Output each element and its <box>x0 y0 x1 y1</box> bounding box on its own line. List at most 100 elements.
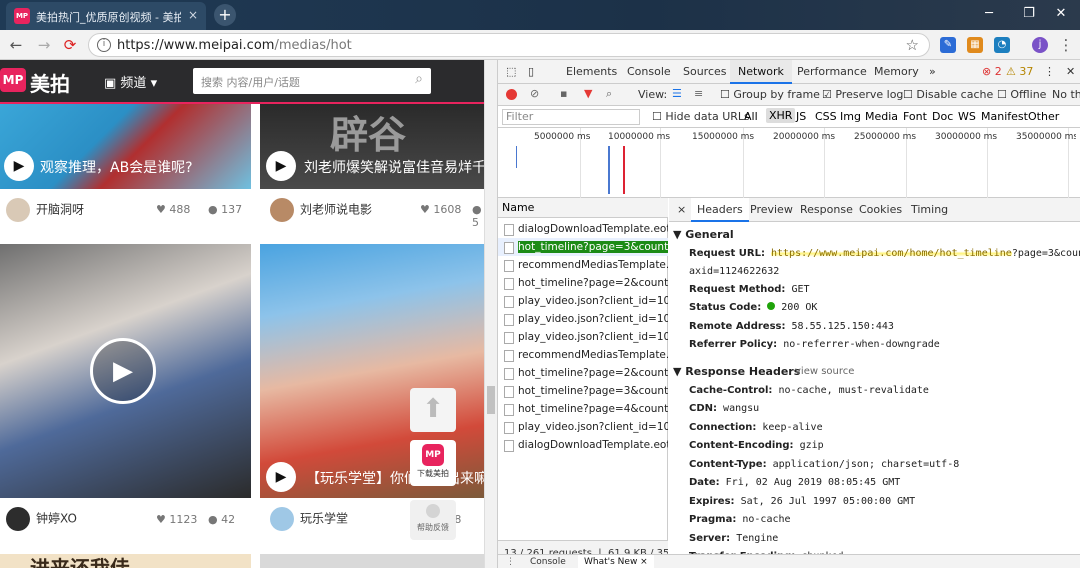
type-js[interactable]: JS <box>796 110 806 123</box>
throttle-select[interactable]: No thr <box>1052 88 1080 101</box>
tab-console[interactable]: Console <box>627 60 671 84</box>
tab-close-icon[interactable]: × <box>188 8 198 22</box>
screenshot-icon[interactable]: ▪ <box>560 87 567 100</box>
back-to-top-button[interactable]: ⬆ <box>410 388 456 432</box>
filter-input[interactable]: Filter <box>502 109 640 125</box>
offline-checkbox[interactable]: ☐ Offline <box>997 88 1046 101</box>
request-row[interactable]: play_video.json?client_id=108... <box>498 310 668 328</box>
play-icon[interactable]: ▶ <box>266 462 296 492</box>
drawer-menu-icon[interactable]: ⋮ <box>506 557 515 567</box>
card-author[interactable]: 钟婷XO <box>6 507 77 531</box>
drawer-tab-console[interactable]: Console <box>530 557 566 567</box>
disable-cache-checkbox[interactable]: ☐ Disable cache <box>903 88 993 101</box>
site-search-input[interactable]: 搜索 内容/用户/话题 ⌕ <box>193 68 431 94</box>
play-icon[interactable]: ▶ <box>4 151 34 181</box>
clear-icon[interactable]: ⊘ <box>530 87 539 100</box>
network-overview-timeline[interactable]: 5000000 ms 10000000 ms 15000000 ms 20000… <box>498 128 1080 198</box>
request-row[interactable]: hot_timeline?page=2&count=... <box>498 364 668 382</box>
channel-dropdown[interactable]: ▣ 频道 ▾ <box>104 72 157 91</box>
close-window-button[interactable]: ✕ <box>1040 0 1080 30</box>
general-section-toggle[interactable]: ▼ General <box>673 228 734 241</box>
video-card[interactable]: ▶ 观察推理，AB会是谁呢? <box>0 104 251 189</box>
name-column-header[interactable]: Name <box>498 198 668 218</box>
type-doc[interactable]: Doc <box>932 110 953 123</box>
filter-icon[interactable]: ▼ <box>584 87 592 100</box>
close-detail-icon[interactable]: × <box>677 198 686 222</box>
drawer-tab-whats-new[interactable]: What's New × <box>578 555 654 568</box>
type-font[interactable]: Font <box>903 110 927 123</box>
scrollbar-thumb[interactable] <box>487 386 495 414</box>
card-author[interactable]: 玩乐学堂 <box>270 507 348 531</box>
extension-pen-icon[interactable]: ✎ <box>940 37 956 53</box>
request-row[interactable]: recommendMediasTemplate.e... <box>498 256 668 274</box>
type-img[interactable]: Img <box>840 110 861 123</box>
error-count[interactable]: ⊗ 2 <box>982 60 1002 84</box>
video-card[interactable]: 进来还我佳 <box>0 554 251 568</box>
type-all[interactable]: All <box>744 110 758 123</box>
tab-preview[interactable]: Preview <box>750 198 793 222</box>
request-row[interactable]: play_video.json?client_id=108... <box>498 328 668 346</box>
play-icon[interactable]: ▶ <box>266 151 296 181</box>
address-bar[interactable]: i https://www.meipai.com/medias/hot ☆ <box>88 33 930 57</box>
type-manifest[interactable]: Manifest <box>981 110 1028 123</box>
search-icon[interactable]: ⌕ <box>415 71 423 87</box>
request-row[interactable]: dialogDownloadTemplate.eot?... <box>498 436 668 454</box>
type-other[interactable]: Other <box>1028 110 1059 123</box>
request-row[interactable]: play_video.json?client_id=108... <box>498 418 668 436</box>
preserve-log-checkbox[interactable]: ☑ Preserve log <box>822 88 903 101</box>
profile-avatar[interactable]: j <box>1032 37 1048 53</box>
request-row[interactable]: play_video.json?client_id=108... <box>498 292 668 310</box>
video-card[interactable]: 辟谷 ▶ 刘老师爆笑解说富佳音易烊千玺 <box>260 104 484 189</box>
more-tabs-button[interactable]: » <box>929 60 936 84</box>
browser-tab[interactable]: MP 美拍热门_优质原创视频 - 美拍 × <box>6 2 206 30</box>
response-headers-toggle[interactable]: ▼ Response Headers <box>673 365 800 378</box>
inspect-element-icon[interactable]: ⬚ <box>506 60 516 84</box>
view-source-link[interactable]: view source <box>795 366 854 377</box>
type-media[interactable]: Media <box>865 110 898 123</box>
devtools-menu-icon[interactable]: ⋮ <box>1044 60 1055 84</box>
site-logo[interactable]: MP <box>0 68 26 92</box>
tab-sources[interactable]: Sources <box>683 60 727 84</box>
menu-dots-icon[interactable]: ⋮ <box>1056 35 1076 55</box>
page-scrollbar[interactable] <box>484 60 497 568</box>
type-xhr[interactable]: XHR <box>766 108 796 123</box>
reload-icon[interactable]: ⟳ <box>60 35 80 55</box>
tab-cookies[interactable]: Cookies <box>859 198 902 222</box>
new-tab-button[interactable]: + <box>214 4 236 26</box>
warning-count[interactable]: ⚠ 37 <box>1006 60 1033 84</box>
group-by-frame-checkbox[interactable]: ☐ Group by frame <box>720 88 820 101</box>
devtools-close-icon[interactable]: ✕ <box>1066 60 1075 84</box>
request-row-selected[interactable]: hot_timeline?page=3&count=... <box>498 238 668 256</box>
tab-memory[interactable]: Memory <box>874 60 919 84</box>
tab-headers[interactable]: Headers <box>691 198 749 222</box>
play-icon[interactable]: ▶ <box>90 338 156 404</box>
large-rows-icon[interactable]: ☰ <box>672 87 682 100</box>
extension-circle-icon[interactable]: ◔ <box>994 37 1010 53</box>
overview-icon[interactable]: ≡ <box>694 87 703 100</box>
search-icon[interactable]: ⌕ <box>606 87 612 101</box>
request-row[interactable]: recommendMediasTemplate.e... <box>498 346 668 364</box>
forward-icon[interactable]: → <box>34 35 54 55</box>
download-app-button[interactable]: MP 下载美拍 <box>410 440 456 486</box>
request-row[interactable]: hot_timeline?page=2&count=... <box>498 274 668 292</box>
site-brand[interactable]: 美拍 <box>30 68 70 97</box>
record-icon[interactable] <box>506 89 517 100</box>
video-card[interactable]: ▶ <box>0 244 251 498</box>
hide-data-urls-checkbox[interactable]: ☐ Hide data URLs <box>652 110 750 123</box>
card-author[interactable]: 开脑洞呀 <box>6 198 84 222</box>
bookmark-star-icon[interactable]: ☆ <box>906 36 919 54</box>
back-icon[interactable]: ← <box>6 35 26 55</box>
extension-puzzle-icon[interactable]: ▦ <box>967 37 983 53</box>
device-toolbar-icon[interactable]: ▯ <box>528 60 534 84</box>
card-author[interactable]: 刘老师说电影 <box>270 198 372 222</box>
type-css[interactable]: CSS <box>815 110 837 123</box>
request-row[interactable]: dialogDownloadTemplate.eot?... <box>498 220 668 238</box>
tab-network[interactable]: Network <box>730 60 792 84</box>
tab-response[interactable]: Response <box>800 198 853 222</box>
request-row[interactable]: hot_timeline?page=3&count=... <box>498 382 668 400</box>
video-card[interactable] <box>260 554 484 568</box>
minimize-button[interactable]: ─ <box>968 0 1010 30</box>
tab-elements[interactable]: Elements <box>566 60 617 84</box>
tab-performance[interactable]: Performance <box>797 60 867 84</box>
tab-timing[interactable]: Timing <box>911 198 948 222</box>
